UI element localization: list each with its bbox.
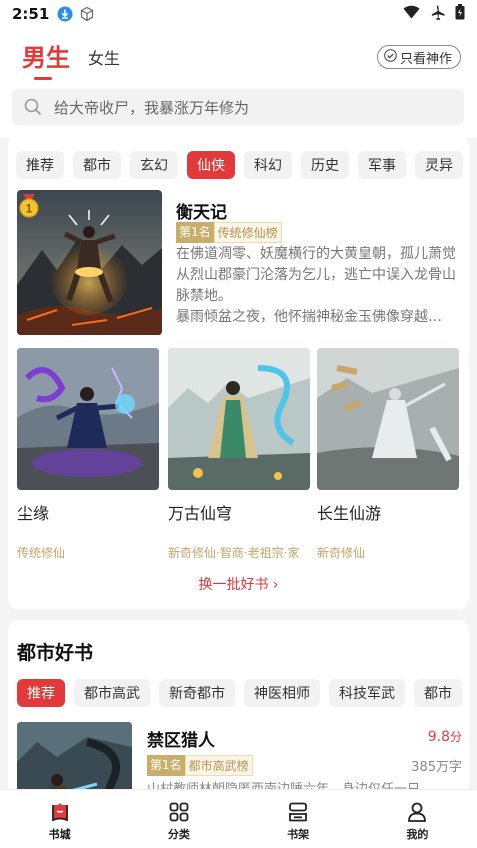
status-bar: 2:51 xyxy=(0,0,477,28)
tab-urban-more[interactable]: 都市 xyxy=(414,679,462,707)
book-cover[interactable]: 1 xyxy=(17,190,162,335)
book-score: 9.8分 xyxy=(428,728,462,745)
category-tabs: 推荐 都市 玄幻 仙侠 科幻 历史 军事 灵异 xyxy=(16,151,469,181)
tab-recommend[interactable]: 推荐 xyxy=(16,151,64,179)
genre-label: 传统修仙榜 xyxy=(213,222,282,243)
book-tags: 新奇修仙 xyxy=(317,546,366,560)
featured-book[interactable]: 1 衡天记 第1名 传统修仙榜 在佛道凋零、妖魔横行的大黄皇朝，孤儿萧觉从烈山郡… xyxy=(17,190,462,335)
book-title[interactable]: 长生仙游 xyxy=(317,500,459,524)
refresh-books-button[interactable]: 换一批好书 › xyxy=(8,574,469,594)
search-placeholder: 给大帝收尸，我暴涨万年修为 xyxy=(54,98,250,117)
refresh-books-label: 换一批好书 xyxy=(198,577,269,593)
nav-label: 分类 xyxy=(167,828,190,841)
tab-novel-urban[interactable]: 新奇都市 xyxy=(159,679,235,707)
book-grid: 尘缘 传统修仙 万古仙穹 新奇修仙·智商·老祖宗·家 长生仙游 新奇修仙 xyxy=(17,348,462,563)
book-title[interactable]: 禁区猎人 xyxy=(147,726,215,751)
rank-tag: 第1名 传统修仙榜 xyxy=(176,222,282,243)
urban-books-card: 都市好书 推荐 都市高武 新奇都市 神医相师 科技军武 都市 禁区猎人 9.8分 第1名 … xyxy=(8,620,469,837)
grid-book[interactable]: 尘缘 传统修仙 xyxy=(17,348,159,560)
tab-xianxia[interactable]: 仙侠 xyxy=(187,151,235,179)
bookshelf-icon xyxy=(289,802,308,822)
nav-label: 我的 xyxy=(406,828,429,841)
rank-label: 第1名 xyxy=(176,222,214,243)
nav-category[interactable]: 分类 xyxy=(119,790,238,848)
word-count: 385万字 xyxy=(411,760,462,775)
check-circle-icon xyxy=(384,48,397,66)
book-title[interactable]: 尘缘 xyxy=(17,500,159,524)
gender-tabs: 男生 女生 xyxy=(22,44,120,80)
tab-recommend[interactable]: 推荐 xyxy=(17,679,65,707)
grid-book[interactable]: 万古仙穹 新奇修仙·智商·老祖宗·家 xyxy=(168,348,310,560)
search-input[interactable]: 给大帝收尸，我暴涨万年修为 xyxy=(12,89,464,125)
tab-male[interactable]: 男生 xyxy=(22,44,70,80)
tab-tech-military[interactable]: 科技军武 xyxy=(329,679,405,707)
nav-bookshelf[interactable]: 书架 xyxy=(239,790,358,848)
battery-icon xyxy=(455,4,465,24)
section-title: 都市好书 xyxy=(17,642,94,664)
tab-urban-martial[interactable]: 都市高武 xyxy=(74,679,150,707)
nav-bookstore[interactable]: 书城 xyxy=(0,790,119,848)
cube-notification-icon xyxy=(79,6,95,22)
profile-icon xyxy=(408,802,427,822)
tab-female[interactable]: 女生 xyxy=(88,48,120,70)
book-cover[interactable] xyxy=(317,348,459,490)
search-icon xyxy=(24,98,42,116)
ranking-card: 推荐 都市 玄幻 仙侠 科幻 历史 军事 灵异 1 衡天记 第1名 传统修仙榜 … xyxy=(8,136,469,609)
header: 男生 女生 只看神作 给大帝收尸，我暴涨万年修为 xyxy=(0,28,477,138)
airplane-icon xyxy=(430,5,445,24)
score-unit: 分 xyxy=(449,730,462,744)
book-tags: 新奇修仙·智商·老祖宗·家 xyxy=(168,546,300,560)
bottom-nav: 书城 分类 书架 我的 xyxy=(0,789,477,848)
rank-medal-icon: 1 xyxy=(19,194,39,218)
urban-tabs: 推荐 都市高武 新奇都市 神医相师 科技军武 都市 xyxy=(17,679,469,709)
book-description: 在佛道凋零、妖魔横行的大黄皇朝，孤儿萧觉从烈山郡豪门沦落为乞儿，逃亡中误入龙骨山… xyxy=(176,246,456,304)
book-cover[interactable] xyxy=(17,348,159,490)
tab-doctor[interactable]: 神医相师 xyxy=(244,679,320,707)
tab-scifi[interactable]: 科幻 xyxy=(244,151,292,179)
book-description-continued: 暴雨倾盆之夜，他怀揣神秘金玉佛像穿越… xyxy=(176,309,442,325)
rank-tag: 第1名 都市高武榜 xyxy=(147,755,253,776)
nav-profile[interactable]: 我的 xyxy=(358,790,477,848)
rank-label: 第1名 xyxy=(147,755,185,776)
wifi-icon xyxy=(403,5,420,23)
score-value: 9.8 xyxy=(427,729,450,745)
status-time: 2:51 xyxy=(12,5,50,23)
tab-urban[interactable]: 都市 xyxy=(73,151,121,179)
genre-label: 都市高武榜 xyxy=(184,755,253,776)
only-masterpiece-toggle[interactable]: 只看神作 xyxy=(376,45,461,69)
bookstore-icon xyxy=(51,803,68,822)
grid-book[interactable]: 长生仙游 新奇修仙 xyxy=(317,348,459,560)
tab-supernatural[interactable]: 灵异 xyxy=(415,151,463,179)
chevron-right-icon: › xyxy=(272,577,279,593)
nav-label: 书城 xyxy=(48,828,71,841)
tab-history[interactable]: 历史 xyxy=(301,151,349,179)
category-grid-icon xyxy=(169,802,189,822)
book-title[interactable]: 衡天记 xyxy=(176,198,227,223)
tab-fantasy[interactable]: 玄幻 xyxy=(130,151,178,179)
only-masterpiece-label: 只看神作 xyxy=(399,51,452,67)
book-title[interactable]: 万古仙穹 xyxy=(168,500,310,524)
tab-military[interactable]: 军事 xyxy=(358,151,406,179)
book-tags: 传统修仙 xyxy=(17,546,66,560)
rank-number: 1 xyxy=(26,202,33,216)
nav-label: 书架 xyxy=(287,828,310,841)
book-cover[interactable] xyxy=(168,348,310,490)
download-notification-icon xyxy=(57,6,73,22)
